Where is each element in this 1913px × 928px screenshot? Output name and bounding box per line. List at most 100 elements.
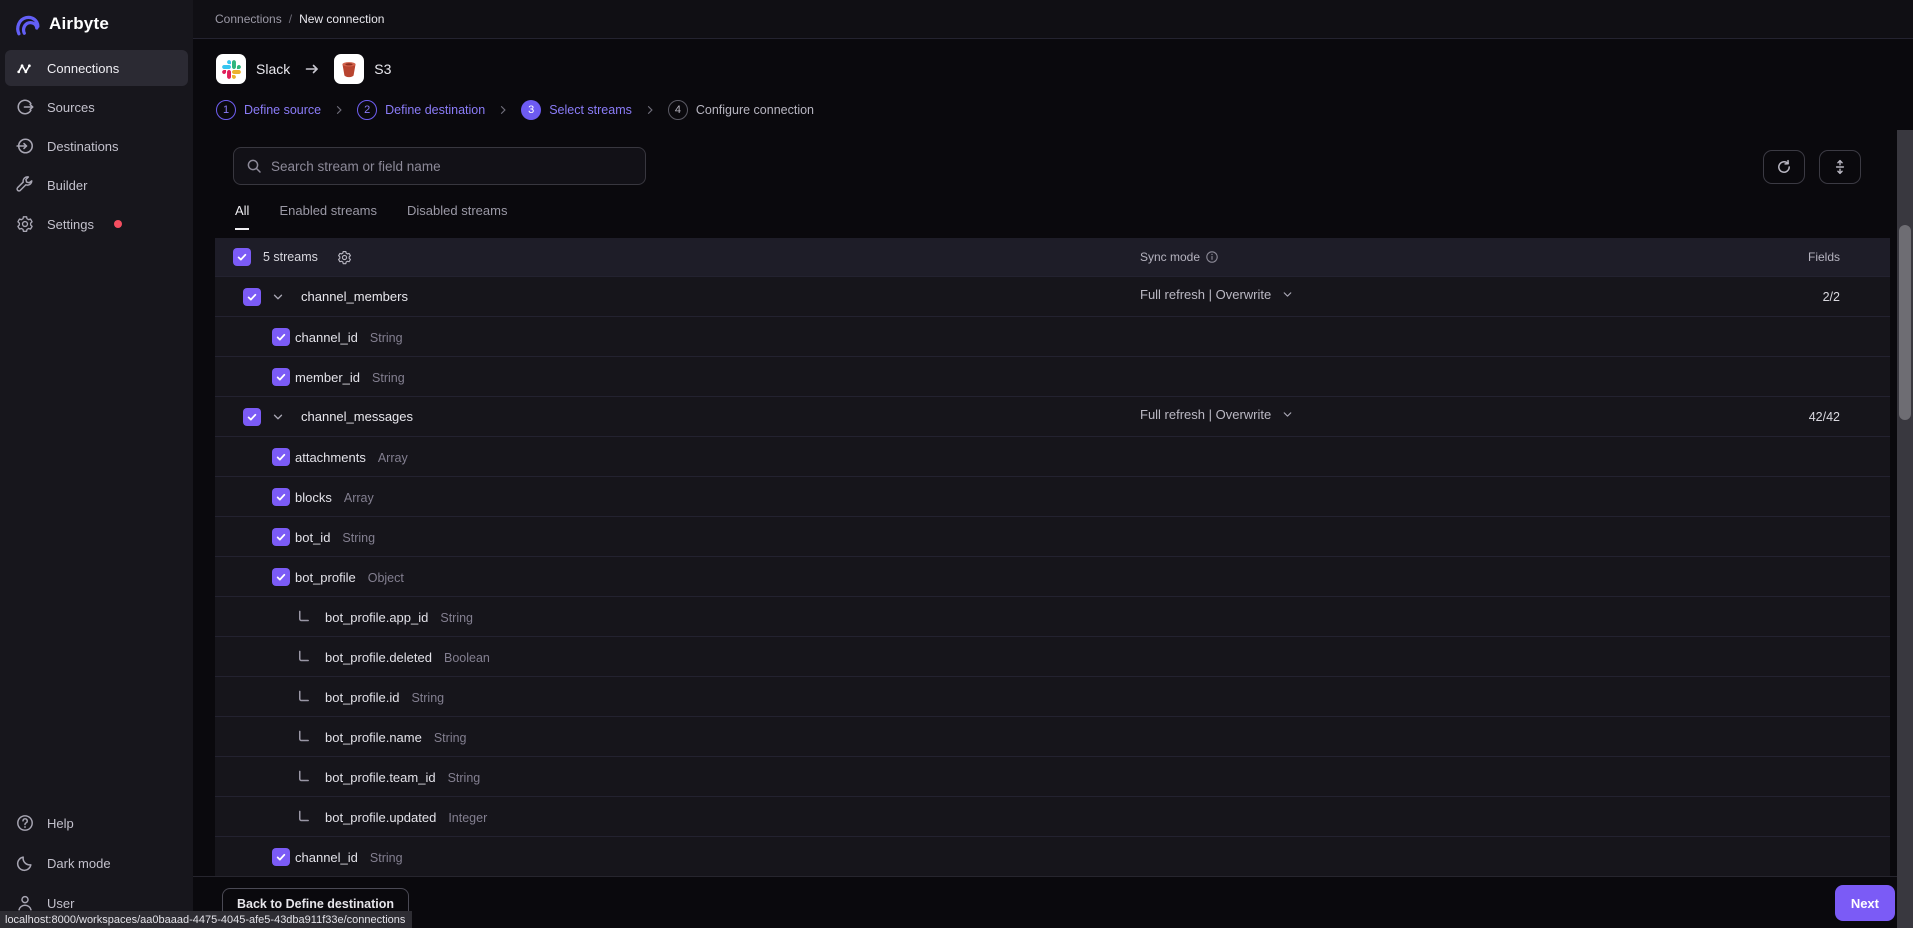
field-data-type: String (372, 371, 405, 385)
field-checkbox[interactable] (272, 328, 290, 346)
field-name: channel_idString (295, 850, 403, 865)
stream-checkbox[interactable] (243, 408, 261, 426)
field-name: bot_profile.app_idString (325, 610, 473, 625)
field-row: attachmentsArray (215, 436, 1890, 476)
status-url-bar: localhost:8000/workspaces/aa0baaad-4475-… (0, 911, 412, 928)
step-number: 1 (216, 100, 236, 120)
field-name: bot_idString (295, 530, 375, 545)
sidebar-item-label: Dark mode (47, 856, 111, 871)
field-name: bot_profileObject (295, 570, 404, 585)
step-configure-connection[interactable]: 4 Configure connection (668, 100, 814, 120)
tab-enabled-streams[interactable]: Enabled streams (279, 203, 377, 230)
user-icon (16, 894, 34, 912)
field-data-type: Array (344, 491, 374, 505)
stream-checkbox[interactable] (243, 288, 261, 306)
elbow-connector-icon (296, 809, 311, 824)
chevron-right-icon (497, 104, 509, 116)
elbow-connector-icon (296, 729, 311, 744)
sidebar-item-label: User (47, 896, 74, 911)
step-select-streams[interactable]: 3 Select streams (521, 100, 632, 120)
tab-disabled-streams[interactable]: Disabled streams (407, 203, 507, 230)
destinations-icon (16, 137, 34, 155)
sync-mode-value: Full refresh | Overwrite (1140, 407, 1271, 422)
field-name: bot_profile.deletedBoolean (325, 650, 490, 665)
elbow-connector-icon (296, 609, 311, 624)
stream-name: channel_members (301, 289, 408, 304)
expand-collapse-icon (1832, 159, 1848, 175)
field-data-type: Boolean (444, 651, 490, 665)
settings-icon (16, 215, 34, 233)
field-checkbox[interactable] (272, 848, 290, 866)
field-row: member_idString (215, 356, 1890, 396)
scrollbar-thumb[interactable] (1899, 225, 1911, 420)
step-number: 4 (668, 100, 688, 120)
field-checkbox[interactable] (272, 568, 290, 586)
sidebar-item-connections[interactable]: Connections (5, 50, 188, 86)
sync-mode-value: Full refresh | Overwrite (1140, 287, 1271, 302)
nested-field-row: bot_profile.nameString (215, 716, 1890, 756)
stream-row: channel_members Full refresh | Overwrite… (215, 276, 1890, 316)
airbyte-logo[interactable]: Airbyte (0, 0, 193, 37)
field-name: bot_profile.team_idString (325, 770, 480, 785)
sidebar: Airbyte Connections Sourc (0, 0, 193, 928)
settings-notification-badge (114, 220, 122, 228)
elbow-connector-icon (296, 689, 311, 704)
sidebar-item-help[interactable]: Help (5, 804, 188, 842)
connection-title: Slack S3 (216, 54, 391, 84)
sidebar-item-label: Destinations (47, 139, 119, 154)
nested-field-row: bot_profile.team_idString (215, 756, 1890, 796)
step-number: 2 (357, 100, 377, 120)
field-name: member_idString (295, 370, 405, 385)
sidebar-item-builder[interactable]: Builder (5, 167, 188, 203)
field-row: channel_idString (215, 836, 1890, 876)
sidebar-item-settings[interactable]: Settings (5, 206, 188, 242)
sidebar-nav: Connections Sources Destinations (0, 47, 193, 245)
nested-field-row: bot_profile.updatedInteger (215, 796, 1890, 836)
nested-field-row: bot_profile.idString (215, 676, 1890, 716)
select-all-checkbox[interactable] (233, 248, 251, 266)
step-define-destination[interactable]: 2 Define destination (357, 100, 485, 120)
field-checkbox[interactable] (272, 448, 290, 466)
refresh-schema-button[interactable] (1763, 150, 1805, 184)
wizard-steps: 1 Define source 2 Define destination 3 S… (216, 100, 814, 120)
chevron-right-icon (333, 104, 345, 116)
fields-column-header: Fields (1808, 250, 1840, 264)
gear-icon[interactable] (337, 250, 352, 265)
field-row: bot_idString (215, 516, 1890, 556)
elbow-connector-icon (296, 769, 311, 784)
destination-name: S3 (374, 61, 391, 77)
sync-mode-select[interactable]: Full refresh | Overwrite (1140, 287, 1294, 302)
chevron-down-icon (1281, 288, 1294, 301)
expand-collapse-all-button[interactable] (1819, 150, 1861, 184)
sidebar-item-label: Connections (47, 61, 119, 76)
sidebar-item-dark-mode[interactable]: Dark mode (5, 844, 188, 882)
field-name: bot_profile.updatedInteger (325, 810, 487, 825)
tab-all[interactable]: All (235, 203, 249, 230)
sidebar-item-label: Builder (47, 178, 87, 193)
field-data-type: String (370, 851, 403, 865)
field-checkbox[interactable] (272, 488, 290, 506)
sync-mode-select[interactable]: Full refresh | Overwrite (1140, 407, 1294, 422)
field-row: blocksArray (215, 476, 1890, 516)
next-button[interactable]: Next (1835, 885, 1895, 921)
field-name: attachmentsArray (295, 450, 408, 465)
step-define-source[interactable]: 1 Define source (216, 100, 321, 120)
step-label: Define source (244, 103, 321, 117)
chevron-down-icon[interactable] (271, 290, 285, 304)
breadcrumb-current: New connection (299, 12, 384, 26)
refresh-icon (1776, 159, 1792, 175)
field-data-type: String (342, 531, 375, 545)
field-data-type: Array (378, 451, 408, 465)
info-icon[interactable] (1206, 251, 1218, 263)
chevron-down-icon[interactable] (271, 410, 285, 424)
field-checkbox[interactable] (272, 528, 290, 546)
field-data-type: String (370, 331, 403, 345)
sidebar-item-sources[interactable]: Sources (5, 89, 188, 125)
field-name: bot_profile.nameString (325, 730, 467, 745)
search-input[interactable] (271, 148, 645, 184)
field-checkbox[interactable] (272, 368, 290, 386)
scrollbar-track[interactable] (1897, 130, 1913, 928)
sync-mode-header-label: Sync mode (1140, 250, 1200, 264)
breadcrumb-connections-link[interactable]: Connections (215, 12, 282, 26)
sidebar-item-destinations[interactable]: Destinations (5, 128, 188, 164)
